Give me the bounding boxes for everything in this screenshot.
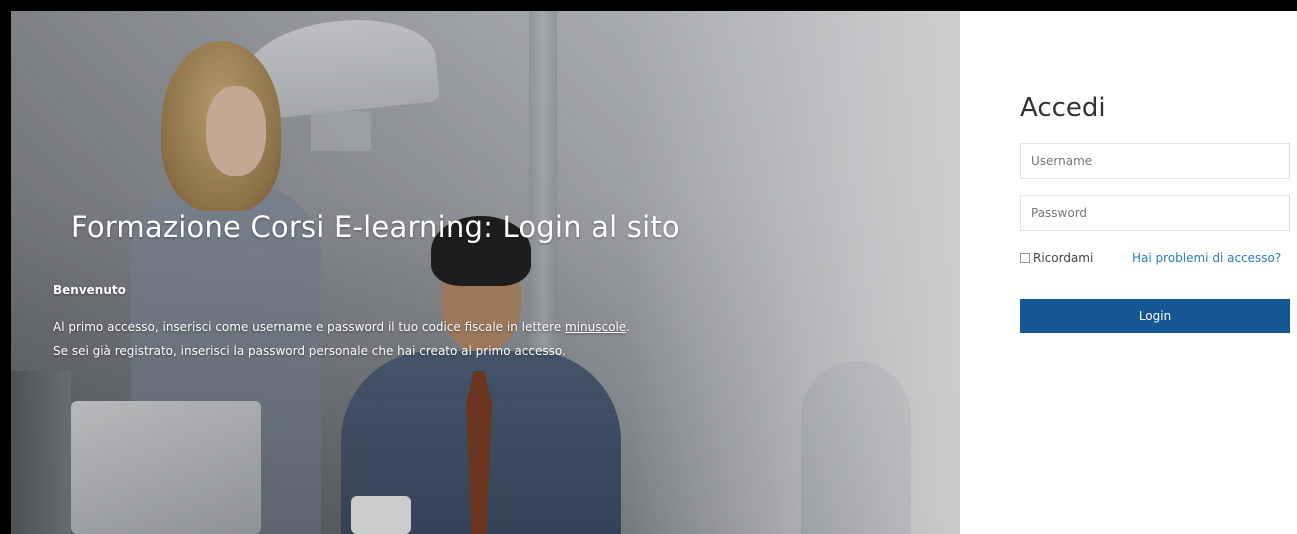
login-button[interactable]: Login (1020, 299, 1290, 333)
hero-welcome: Benvenuto (53, 283, 126, 297)
hero-instructions-line2: Se sei già registrato, inserisci la pass… (53, 344, 566, 358)
login-panel: Accedi Ricordami Hai problemi di accesso… (960, 11, 1297, 534)
remember-label: Ricordami (1033, 251, 1094, 265)
username-input[interactable] (1020, 143, 1290, 179)
page-frame: Formazione Corsi E-learning: Login al si… (11, 11, 1297, 534)
password-input[interactable] (1020, 195, 1290, 231)
hero-title: Formazione Corsi E-learning: Login al si… (71, 210, 680, 244)
remember-checkbox[interactable] (1020, 253, 1030, 263)
minuscole-link[interactable]: minuscole (565, 320, 626, 334)
instructions-period: . (626, 320, 630, 334)
instructions-text: Al primo accesso, inserisci come usernam… (53, 320, 566, 334)
login-title: Accedi (1020, 93, 1106, 123)
access-problems-link[interactable]: Hai problemi di accesso? (1132, 251, 1281, 265)
hero-banner: Formazione Corsi E-learning: Login al si… (11, 11, 960, 534)
remember-me[interactable]: Ricordami (1020, 251, 1093, 265)
hero-instructions-line1: Al primo accesso, inserisci come usernam… (53, 320, 630, 334)
hero-dim-overlay (11, 11, 960, 534)
